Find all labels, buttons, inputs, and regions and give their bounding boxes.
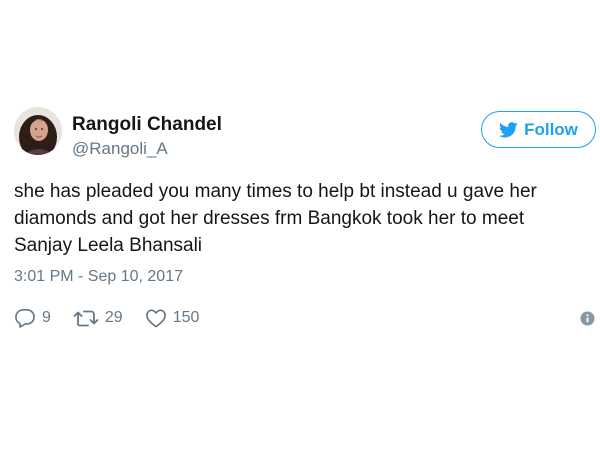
tweet-actions: 9 29 150: [14, 306, 221, 330]
author-name[interactable]: Rangoli Chandel: [72, 114, 222, 136]
tweet-text-line: Sanjay Leela Bhansali: [14, 235, 203, 256]
avatar[interactable]: [14, 107, 62, 155]
follow-button[interactable]: Follow: [481, 111, 596, 148]
heart-icon: [145, 309, 166, 328]
follow-label: Follow: [524, 119, 578, 139]
like-count: 150: [172, 309, 200, 326]
retweet-button[interactable]: 29: [73, 308, 123, 328]
info-icon[interactable]: [580, 311, 595, 326]
retweet-icon: [73, 310, 99, 327]
twitter-bird-icon: [499, 121, 518, 137]
reply-icon: [15, 309, 35, 328]
tweet-text-line: diamonds and got her dresses frm Bangkok…: [14, 208, 525, 229]
tweet-text: she has pleaded you many times to help b…: [14, 178, 589, 259]
tweet-text-line: she has pleaded you many times to help b…: [14, 181, 537, 202]
author-handle[interactable]: @Rangoli_A: [72, 139, 168, 159]
reply-button[interactable]: 9: [14, 308, 51, 328]
reply-count: 9: [42, 309, 51, 326]
like-button[interactable]: 150: [145, 308, 200, 328]
tweet-timestamp[interactable]: 3:01 PM - Sep 10, 2017: [14, 268, 183, 286]
retweet-count: 29: [104, 309, 123, 326]
tweet-card: Rangoli Chandel @Rangoli_A Follow she ha…: [0, 0, 600, 450]
